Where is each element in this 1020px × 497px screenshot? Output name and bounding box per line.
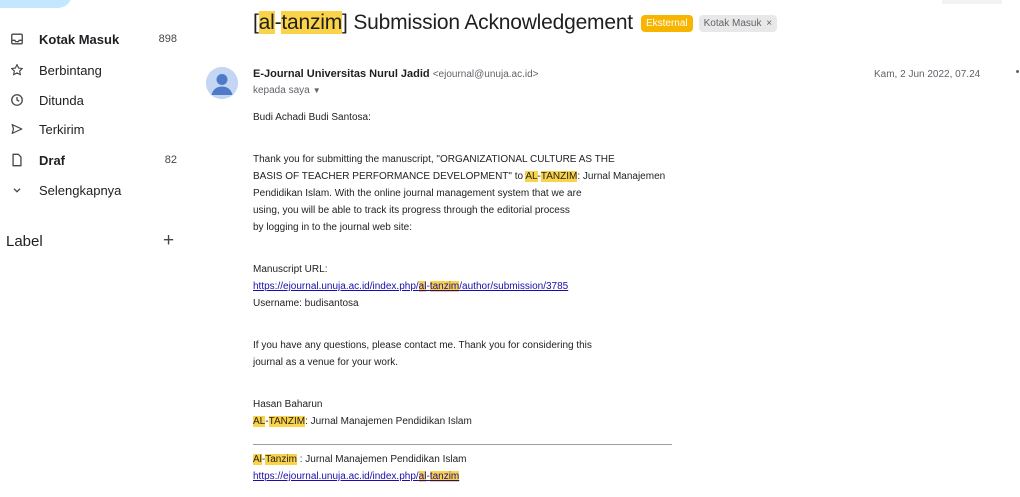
signature-name: Hasan Baharun	[253, 399, 323, 410]
sidebar-item-label: Ditunda	[39, 92, 84, 108]
sidebar-item-sent[interactable]: Terkirim	[0, 116, 196, 142]
subject-row: [al-tanzim] Submission Acknowledgement E…	[253, 5, 778, 41]
add-label-button[interactable]: +	[163, 231, 174, 250]
sidebar-item-label: Selengkapnya	[39, 182, 122, 198]
sender[interactable]: E-Journal Universitas Nurul Jadid <ejour…	[253, 68, 539, 80]
clock-icon	[9, 92, 25, 108]
toolbar-button[interactable]	[942, 0, 1002, 4]
chevron-down-icon	[9, 182, 25, 198]
signature-journal: AL-TANZIM: Jurnal Manajemen Pendidikan I…	[253, 416, 472, 427]
labels-heading: Label	[6, 233, 43, 250]
file-icon	[9, 152, 25, 168]
sender-name[interactable]: E-Journal Universitas Nurul Jadid	[253, 68, 430, 80]
manuscript-url-label: Manuscript URL:	[253, 264, 328, 275]
caret-down-icon[interactable]: ▼	[313, 86, 321, 95]
greeting: Budi Achadi Budi Santosa:	[253, 112, 371, 123]
email-date: Kam, 2 Jun 2022, 07.24	[874, 69, 981, 80]
more-options-icon[interactable]	[1016, 70, 1019, 73]
external-badge: Eksternal	[640, 14, 693, 32]
send-icon	[9, 121, 25, 137]
manuscript-url-link[interactable]: https://ejournal.unuja.ac.id/index.php/a…	[253, 280, 568, 293]
body-line: Thank you for submitting the manuscript,…	[253, 154, 615, 165]
email-subject: [al-tanzim] Submission Acknowledgement	[253, 11, 633, 34]
username: Username: budisantosa	[253, 298, 359, 309]
recipient: kepada saya	[253, 85, 310, 96]
sidebar-item-snoozed[interactable]: Ditunda	[0, 87, 196, 113]
sidebar-item-drafts[interactable]: Draf 82	[0, 147, 196, 173]
draft-count: 82	[164, 154, 177, 166]
body-line: Pendidikan Islam. With the online journa…	[253, 188, 582, 199]
sidebar-item-label: Terkirim	[39, 121, 85, 137]
compose-button[interactable]	[0, 0, 72, 8]
sidebar: Kotak Masuk 898 Berbintang Ditunda Terki…	[0, 0, 196, 497]
sidebar-item-starred[interactable]: Berbintang	[0, 57, 196, 83]
body-line: BASIS OF TEACHER PERFORMANCE DEVELOPMENT…	[253, 171, 666, 182]
sender-email: <ejournal@unuja.ac.id>	[432, 69, 539, 80]
recipient-details[interactable]: kepada saya ▼	[253, 85, 321, 96]
unread-count: 898	[158, 33, 177, 45]
sidebar-item-more[interactable]: Selengkapnya	[0, 177, 196, 203]
star-icon	[9, 62, 25, 78]
sidebar-item-label: Berbintang	[39, 62, 102, 78]
inbox-icon	[9, 31, 25, 47]
sidebar-item-label: Kotak Masuk	[39, 31, 120, 47]
body-line: journal as a venue for your work.	[253, 357, 399, 368]
body-line: using, you will be able to track its pro…	[253, 205, 570, 216]
avatar	[206, 67, 238, 99]
inbox-label-chip[interactable]: Kotak Masuk ×	[698, 14, 778, 32]
close-icon[interactable]: ×	[766, 18, 772, 29]
footer-journal-link[interactable]: https://ejournal.unuja.ac.id/index.php/a…	[253, 470, 460, 483]
divider	[253, 444, 672, 445]
footer-journal: Al-Tanzim : Jurnal Manajemen Pendidikan …	[253, 454, 467, 465]
sidebar-item-label: Draf	[39, 152, 66, 168]
body-line: If you have any questions, please contac…	[253, 340, 592, 351]
body-line: by logging in to the journal web site:	[253, 222, 412, 233]
sidebar-item-inbox[interactable]: Kotak Masuk 898	[0, 26, 196, 52]
